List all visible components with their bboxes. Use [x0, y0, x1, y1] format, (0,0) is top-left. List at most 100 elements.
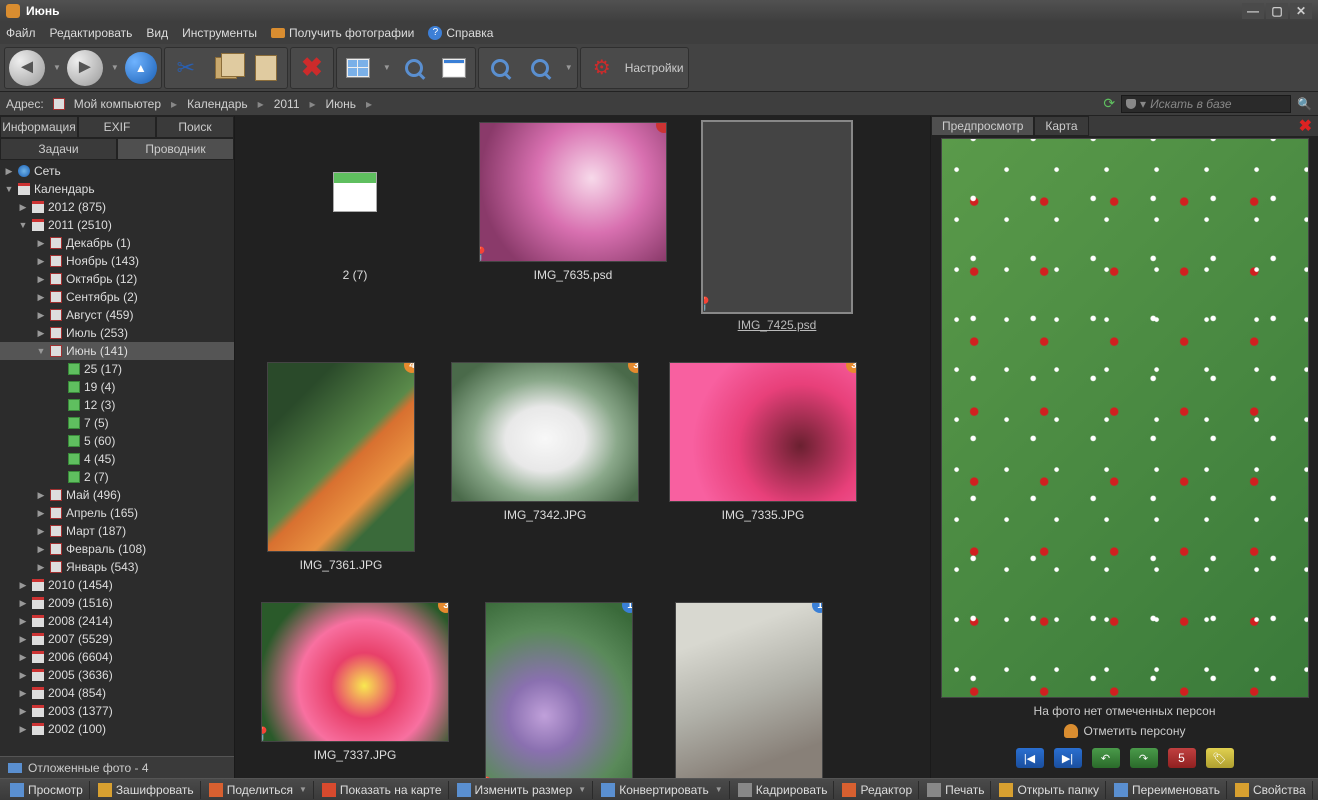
tree-item-month-june[interactable]: Июнь (141) [0, 342, 234, 360]
cut-button[interactable]: ✂ [169, 51, 203, 85]
folder-thumbnail[interactable]: 2 (7) [261, 122, 449, 332]
tree-item-day[interactable]: 4 (45) [0, 450, 234, 468]
breadcrumb[interactable]: 2011 [274, 97, 300, 111]
thumbnail[interactable]: 1📍 img_7979.jpg [479, 602, 639, 778]
tree-item-day[interactable]: 25 (17) [0, 360, 234, 378]
tree-item-day[interactable]: 12 (3) [0, 396, 234, 414]
menu-help[interactable]: ?Справка [428, 26, 493, 40]
tree-item-month[interactable]: Июль (253) [0, 324, 234, 342]
tree-item-day[interactable]: 7 (5) [0, 414, 234, 432]
nav-up-button[interactable]: ▲ [125, 52, 157, 84]
refresh-icon[interactable]: ⟳ [1103, 95, 1115, 112]
menu-view[interactable]: Вид [146, 26, 168, 40]
settings-button[interactable]: ⚙ [585, 51, 619, 85]
tree-item-month[interactable]: Декабрь (1) [0, 234, 234, 252]
zoom-out-button[interactable] [523, 51, 557, 85]
tab-map[interactable]: Карта [1034, 116, 1088, 136]
bottom-convert-button[interactable]: Конвертировать▼ [595, 781, 729, 799]
menu-file[interactable]: Файл [6, 26, 36, 40]
thumbnail[interactable]: 4 IMG_7361.JPG [261, 362, 421, 572]
bottom-encrypt-button[interactable]: Зашифровать [92, 781, 201, 799]
tree-item-network[interactable]: Сеть [0, 162, 234, 180]
next-image-button[interactable]: ▶| [1054, 748, 1082, 768]
thumbnail[interactable]: 3 IMG_7342.JPG [451, 362, 639, 572]
chevron-down-icon[interactable]: ▼ [383, 63, 391, 72]
tree-item-day[interactable]: 19 (4) [0, 378, 234, 396]
breadcrumb[interactable]: Июнь [326, 97, 357, 111]
menu-tools[interactable]: Инструменты [182, 26, 257, 40]
search-database-input[interactable]: ▾ Искать в базе [1121, 95, 1291, 113]
tree-item-month[interactable]: Январь (543) [0, 558, 234, 576]
tree-item-month[interactable]: Февраль (108) [0, 540, 234, 558]
tab-search[interactable]: Поиск [156, 116, 234, 138]
close-button[interactable]: ✕ [1290, 3, 1312, 19]
close-panel-button[interactable]: ✖ [1293, 116, 1318, 136]
chevron-down-icon[interactable]: ▼ [111, 63, 119, 72]
minimize-button[interactable]: — [1242, 3, 1264, 19]
pending-photos-bar[interactable]: Отложенные фото - 4 [0, 756, 234, 778]
tree-item-year[interactable]: 2005 (3636) [0, 666, 234, 684]
search-icon[interactable]: 🔍 [1297, 97, 1312, 111]
menu-get-photos[interactable]: Получить фотографии [271, 26, 414, 40]
tree-item-year[interactable]: 2004 (854) [0, 684, 234, 702]
thumbnail[interactable]: 1 img_4117.psd [669, 602, 829, 778]
thumbnail[interactable]: 3📍 IMG_7337.JPG [261, 602, 449, 778]
tree-item-day[interactable]: 2 (7) [0, 468, 234, 486]
view-preview-button[interactable] [397, 51, 431, 85]
paste-button[interactable] [249, 51, 283, 85]
thumbnail[interactable]: 3 IMG_7335.JPG [669, 362, 857, 572]
tree-item-month[interactable]: Октябрь (12) [0, 270, 234, 288]
chevron-down-icon[interactable]: ▼ [53, 63, 61, 72]
view-thumbs-button[interactable] [341, 51, 375, 85]
tree-item-year[interactable]: 2003 (1377) [0, 702, 234, 720]
tree-item-month[interactable]: Август (459) [0, 306, 234, 324]
tree-item-year[interactable]: 2006 (6604) [0, 648, 234, 666]
nav-forward-button[interactable]: ► [67, 50, 103, 86]
copy-button[interactable] [209, 51, 243, 85]
tree-item-year[interactable]: 2012 (875) [0, 198, 234, 216]
zoom-in-button[interactable] [483, 51, 517, 85]
tag-button[interactable]: 🏷 [1206, 748, 1234, 768]
bottom-show-on-map-button[interactable]: Показать на карте [316, 781, 449, 799]
tree-item-year[interactable]: 2010 (1454) [0, 576, 234, 594]
tree-item-year[interactable]: 2009 (1516) [0, 594, 234, 612]
tree-item-year[interactable]: 2008 (2414) [0, 612, 234, 630]
bottom-properties-button[interactable]: Свойства [1229, 781, 1313, 799]
tree-item-calendar[interactable]: Календарь [0, 180, 234, 198]
tree-item-year[interactable]: 2011 (2510) [0, 216, 234, 234]
tab-explorer[interactable]: Проводник [117, 138, 234, 160]
tree-item-year[interactable]: 2007 (5529) [0, 630, 234, 648]
bottom-open-folder-button[interactable]: Открыть папку [993, 781, 1106, 799]
bottom-print-button[interactable]: Печать [921, 781, 991, 799]
rotate-left-button[interactable]: ↶ [1092, 748, 1120, 768]
tree-item-month[interactable]: Ноябрь (143) [0, 252, 234, 270]
nav-back-button[interactable]: ◄ [9, 50, 45, 86]
breadcrumb[interactable]: Мой компьютер [74, 97, 161, 111]
bottom-rename-button[interactable]: Переименовать [1108, 781, 1227, 799]
tree-item-month[interactable]: Май (496) [0, 486, 234, 504]
menu-edit[interactable]: Редактировать [50, 26, 133, 40]
rating-button[interactable]: 5 [1168, 748, 1196, 768]
prev-image-button[interactable]: |◀ [1016, 748, 1044, 768]
tree-item-month[interactable]: Сентябрь (2) [0, 288, 234, 306]
bottom-view-button[interactable]: Просмотр [4, 781, 90, 799]
thumbnail-selected[interactable]: 📍 IMG_7425.psd [697, 122, 857, 332]
bottom-editor-button[interactable]: Редактор [836, 781, 919, 799]
preview-image[interactable] [941, 138, 1309, 698]
bottom-share-button[interactable]: Поделиться▼ [203, 781, 314, 799]
tree-item-day[interactable]: 5 (60) [0, 432, 234, 450]
view-window-button[interactable] [437, 51, 471, 85]
rotate-right-button[interactable]: ↷ [1130, 748, 1158, 768]
chevron-down-icon[interactable]: ▼ [565, 63, 573, 72]
tree-item-month[interactable]: Март (187) [0, 522, 234, 540]
bottom-resize-button[interactable]: Изменить размер▼ [451, 781, 594, 799]
tab-info[interactable]: Информация [0, 116, 78, 138]
maximize-button[interactable]: ▢ [1266, 3, 1288, 19]
tab-exif[interactable]: EXIF [78, 116, 156, 138]
tab-tasks[interactable]: Задачи [0, 138, 117, 160]
tag-person-button[interactable]: Отметить персону [1064, 724, 1186, 738]
thumbnail[interactable]: 📍 IMG_7635.psd [479, 122, 667, 332]
delete-button[interactable]: ✖ [295, 51, 329, 85]
tree-item-year[interactable]: 2002 (100) [0, 720, 234, 738]
tab-preview[interactable]: Предпросмотр [931, 116, 1034, 136]
